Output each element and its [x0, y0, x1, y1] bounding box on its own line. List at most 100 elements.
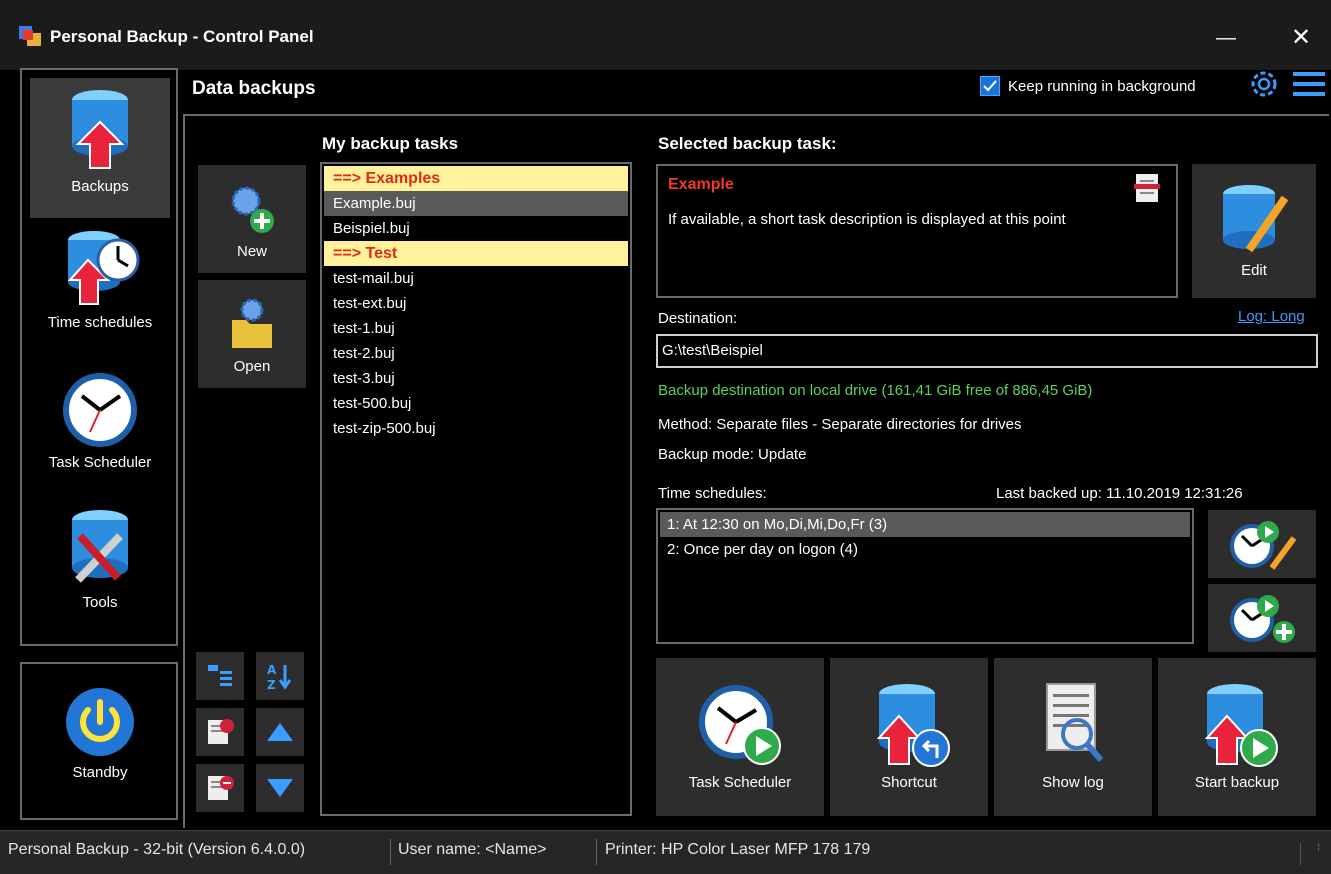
- open-folder-icon: [232, 298, 272, 348]
- shortcut-label: Shortcut: [881, 774, 937, 791]
- method-text: Method: Separate files - Separate direct…: [658, 416, 1022, 433]
- new-gear-icon: [231, 186, 274, 233]
- tasks-list[interactable]: ==> Examples Example.buj Beispiel.buj ==> T…: [320, 162, 632, 816]
- power-icon: [66, 688, 134, 756]
- schedules-label: Time schedules:: [658, 485, 767, 502]
- last-backed-up: Last backed up: 11.10.2019 12:31:26: [996, 485, 1243, 502]
- task-item[interactable]: test-mail.buj: [324, 266, 628, 291]
- document-icon[interactable]: [1132, 172, 1162, 204]
- remove-task-button[interactable]: [196, 764, 244, 812]
- sort-button[interactable]: A Z: [256, 652, 304, 700]
- edit-task-button[interactable]: Edit: [1192, 164, 1316, 298]
- nav-backups-label: Backups: [71, 178, 129, 195]
- navigation-panel: Backups Time schedules Task Scheduler To…: [20, 68, 178, 646]
- nav-tools-label: Tools: [82, 594, 118, 611]
- window-title: Personal Backup - Control Panel: [50, 27, 314, 46]
- svg-text:Z: Z: [267, 678, 276, 691]
- menu-icon[interactable]: [1293, 70, 1325, 98]
- tasks-title: My backup tasks: [322, 134, 459, 153]
- task-description: If available, a short task description i…: [668, 211, 1066, 228]
- keep-running-label: Keep running in background: [1008, 77, 1196, 95]
- delete-task-button[interactable]: [196, 708, 244, 756]
- nav-task-scheduler-label: Task Scheduler: [48, 454, 152, 471]
- app-icon: [19, 26, 41, 46]
- database-shortcut-icon: [876, 684, 950, 767]
- task-description-box: Example If available, a short task descr…: [656, 164, 1178, 298]
- resize-grip-icon[interactable]: ⁞: [1300, 843, 1320, 865]
- mode-text: Backup mode: Update: [658, 446, 807, 463]
- nav-task-scheduler-button[interactable]: Task Scheduler: [30, 358, 170, 498]
- arrow-up-icon: [267, 723, 293, 741]
- open-task-label: Open: [233, 358, 271, 375]
- show-log-button[interactable]: Show log: [994, 658, 1152, 816]
- nav-tools-button[interactable]: Tools: [30, 498, 170, 638]
- task-scheduler-label: Task Scheduler: [688, 774, 792, 791]
- standby-panel: Standby: [20, 662, 178, 820]
- status-divider: [596, 839, 597, 865]
- task-item[interactable]: test-ext.buj: [324, 291, 628, 316]
- collapse-groups-button[interactable]: [196, 652, 244, 700]
- status-app-version: Personal Backup - 32-bit (Version 6.4.0.…: [8, 841, 306, 858]
- task-item[interactable]: test-1.buj: [324, 316, 628, 341]
- shortcut-button[interactable]: Shortcut: [830, 658, 988, 816]
- add-schedule-button[interactable]: [1208, 584, 1316, 652]
- status-user: User name: <Name>: [398, 841, 547, 858]
- task-scheduler-button[interactable]: Task Scheduler: [656, 658, 824, 816]
- task-item[interactable]: Example.buj: [324, 191, 628, 216]
- task-item[interactable]: test-2.buj: [324, 341, 628, 366]
- task-item[interactable]: test-3.buj: [324, 366, 628, 391]
- destination-field[interactable]: G:\test\Beispiel: [656, 334, 1318, 368]
- remove-document-icon: [208, 776, 234, 800]
- show-log-label: Show log: [1042, 774, 1104, 791]
- task-item[interactable]: Beispiel.buj: [324, 216, 628, 241]
- destination-label: Destination:: [658, 310, 738, 327]
- page-title: Data backups: [192, 78, 316, 99]
- nav-backups-button[interactable]: Backups: [30, 78, 170, 218]
- arrow-down-icon: [267, 779, 293, 797]
- schedule-item[interactable]: 1: At 12:30 on Mo,Di,Mi,Do,Fr (3): [660, 512, 1190, 537]
- svg-text:A: A: [267, 663, 277, 677]
- task-item[interactable]: test-zip-500.buj: [324, 416, 628, 441]
- database-edit-icon: [1223, 185, 1289, 258]
- database-upload-icon: [72, 90, 128, 169]
- task-group-header[interactable]: ==> Examples: [324, 166, 628, 191]
- gear-icon[interactable]: [1246, 66, 1282, 102]
- close-button[interactable]: ✕: [1276, 20, 1326, 56]
- clock-add-icon: [1230, 595, 1295, 643]
- new-task-button[interactable]: New: [198, 165, 306, 273]
- standby-button[interactable]: Standby: [30, 672, 170, 812]
- log-search-icon: [1046, 683, 1104, 762]
- clock-icon: [63, 373, 137, 447]
- edit-schedule-button[interactable]: [1208, 510, 1316, 578]
- database-clock-icon: [67, 231, 140, 305]
- nav-time-schedules-button[interactable]: Time schedules: [30, 218, 170, 358]
- tools-icon: [72, 510, 128, 583]
- task-name: Example: [668, 176, 734, 193]
- start-backup-label: Start backup: [1194, 774, 1280, 791]
- open-task-button[interactable]: Open: [198, 280, 306, 388]
- start-backup-button[interactable]: Start backup: [1158, 658, 1316, 816]
- move-up-button[interactable]: [256, 708, 304, 756]
- log-link[interactable]: Log: Long: [1238, 308, 1305, 325]
- clock-edit-icon: [1230, 521, 1297, 570]
- nav-time-schedules-label: Time schedules: [47, 314, 153, 331]
- status-divider: [390, 839, 391, 865]
- selected-task-title: Selected backup task:: [658, 134, 837, 153]
- status-bar: Personal Backup - 32-bit (Version 6.4.0.…: [0, 830, 1331, 874]
- standby-label: Standby: [72, 764, 128, 781]
- tree-icon: [208, 665, 232, 686]
- minimize-button[interactable]: —: [1198, 20, 1254, 56]
- database-play-icon: [1204, 684, 1278, 767]
- schedules-list[interactable]: 1: At 12:30 on Mo,Di,Mi,Do,Fr (3) 2: Onc…: [656, 508, 1194, 644]
- destination-info: Backup destination on local drive (161,4…: [658, 382, 1093, 399]
- checkmark-icon: [980, 76, 1000, 96]
- clock-play-icon: [699, 685, 781, 765]
- task-group-header[interactable]: ==> Test: [324, 241, 628, 266]
- move-down-button[interactable]: [256, 764, 304, 812]
- sort-az-icon: A Z: [267, 663, 292, 691]
- task-item[interactable]: test-500.buj: [324, 391, 628, 416]
- new-task-label: New: [236, 243, 267, 260]
- schedule-item[interactable]: 2: Once per day on logon (4): [660, 537, 1190, 562]
- keep-running-checkbox[interactable]: Keep running in background: [980, 72, 1196, 100]
- title-bar: Personal Backup - Control Panel — ✕: [0, 0, 1331, 70]
